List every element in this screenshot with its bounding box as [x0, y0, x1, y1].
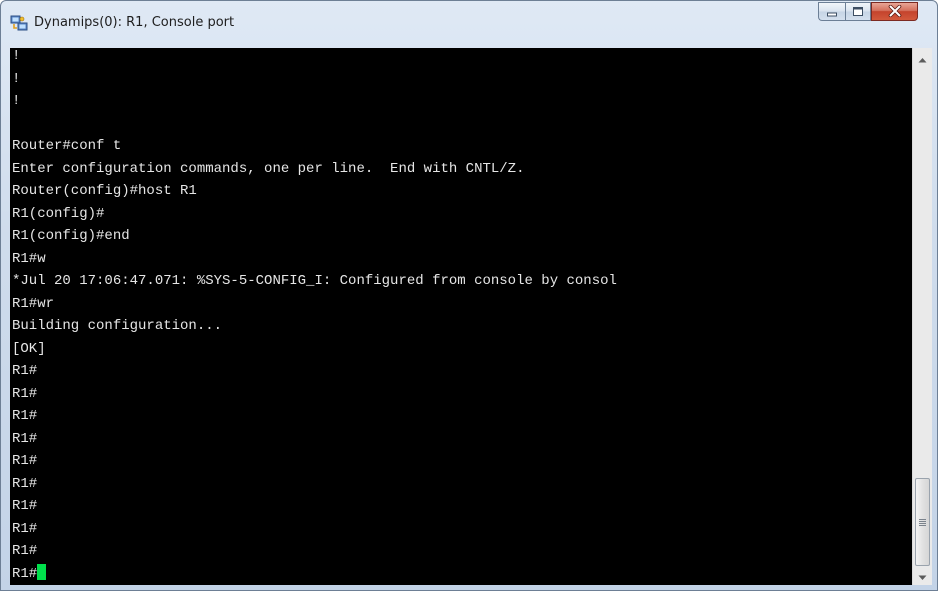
console-line: Enter configuration commands, one per li…: [12, 160, 525, 177]
scroll-up-button[interactable]: [913, 49, 932, 66]
console-line: R1#: [12, 520, 38, 537]
console-line: !: [12, 48, 21, 64]
vertical-scrollbar[interactable]: [912, 48, 932, 585]
scrollbar-thumb[interactable]: [915, 478, 930, 566]
console-line: R1#wr: [12, 295, 55, 312]
console-line: R1(config)#end: [12, 228, 130, 244]
console-line: R1(config)#: [12, 205, 105, 222]
console-line: R1#: [12, 385, 38, 402]
minimize-icon: [826, 2, 838, 21]
console-line: R1#: [12, 543, 38, 559]
maximize-button[interactable]: [845, 2, 871, 21]
maximize-icon: [852, 2, 864, 21]
console-lines: !!! Router#conf t Enter configuration comm…: [10, 48, 912, 585]
scroll-down-arrow-icon: [918, 566, 927, 585]
console-line: Router(config)#host R1: [12, 183, 197, 199]
console-line: R1#: [12, 498, 38, 514]
console-line: R1#: [12, 475, 38, 492]
console-line: Router#conf t: [12, 138, 122, 154]
console-line: R1#: [12, 363, 38, 379]
console-line: [OK]: [12, 340, 46, 357]
console-line: R1#: [12, 453, 38, 469]
close-icon: [888, 2, 902, 21]
scroll-up-arrow-icon: [918, 48, 927, 67]
console-line: R1#: [12, 430, 38, 447]
close-button[interactable]: [871, 2, 918, 21]
window-bottom-frame: [1, 585, 937, 591]
grip-icon: [919, 518, 926, 526]
window-title: Dynamips(0): R1, Console port: [34, 15, 235, 30]
console-prompt: R1#: [12, 565, 38, 582]
console-line: R1#: [12, 408, 38, 424]
console-prompt-line: R1#: [10, 563, 912, 586]
console-window: Dynamips(0): R1, Console port ! ! ! Rout…: [0, 0, 938, 591]
console-output[interactable]: !!! Router#conf t Enter configuration comm…: [10, 48, 912, 585]
console-line: *Jul 20 17:06:47.071: %SYS-5-CONFIG_I: C…: [12, 273, 617, 289]
minimize-button[interactable]: [818, 2, 845, 21]
console-line: Building configuration...: [12, 318, 223, 334]
title-bar[interactable]: Dynamips(0): R1, Console port: [1, 1, 937, 47]
console-line: !: [12, 70, 21, 87]
console-line: !: [12, 93, 21, 109]
network-connection-icon[interactable]: [10, 14, 28, 32]
text-cursor: [37, 563, 47, 580]
scroll-down-button[interactable]: [913, 567, 932, 584]
console-line: R1#w: [12, 250, 46, 267]
